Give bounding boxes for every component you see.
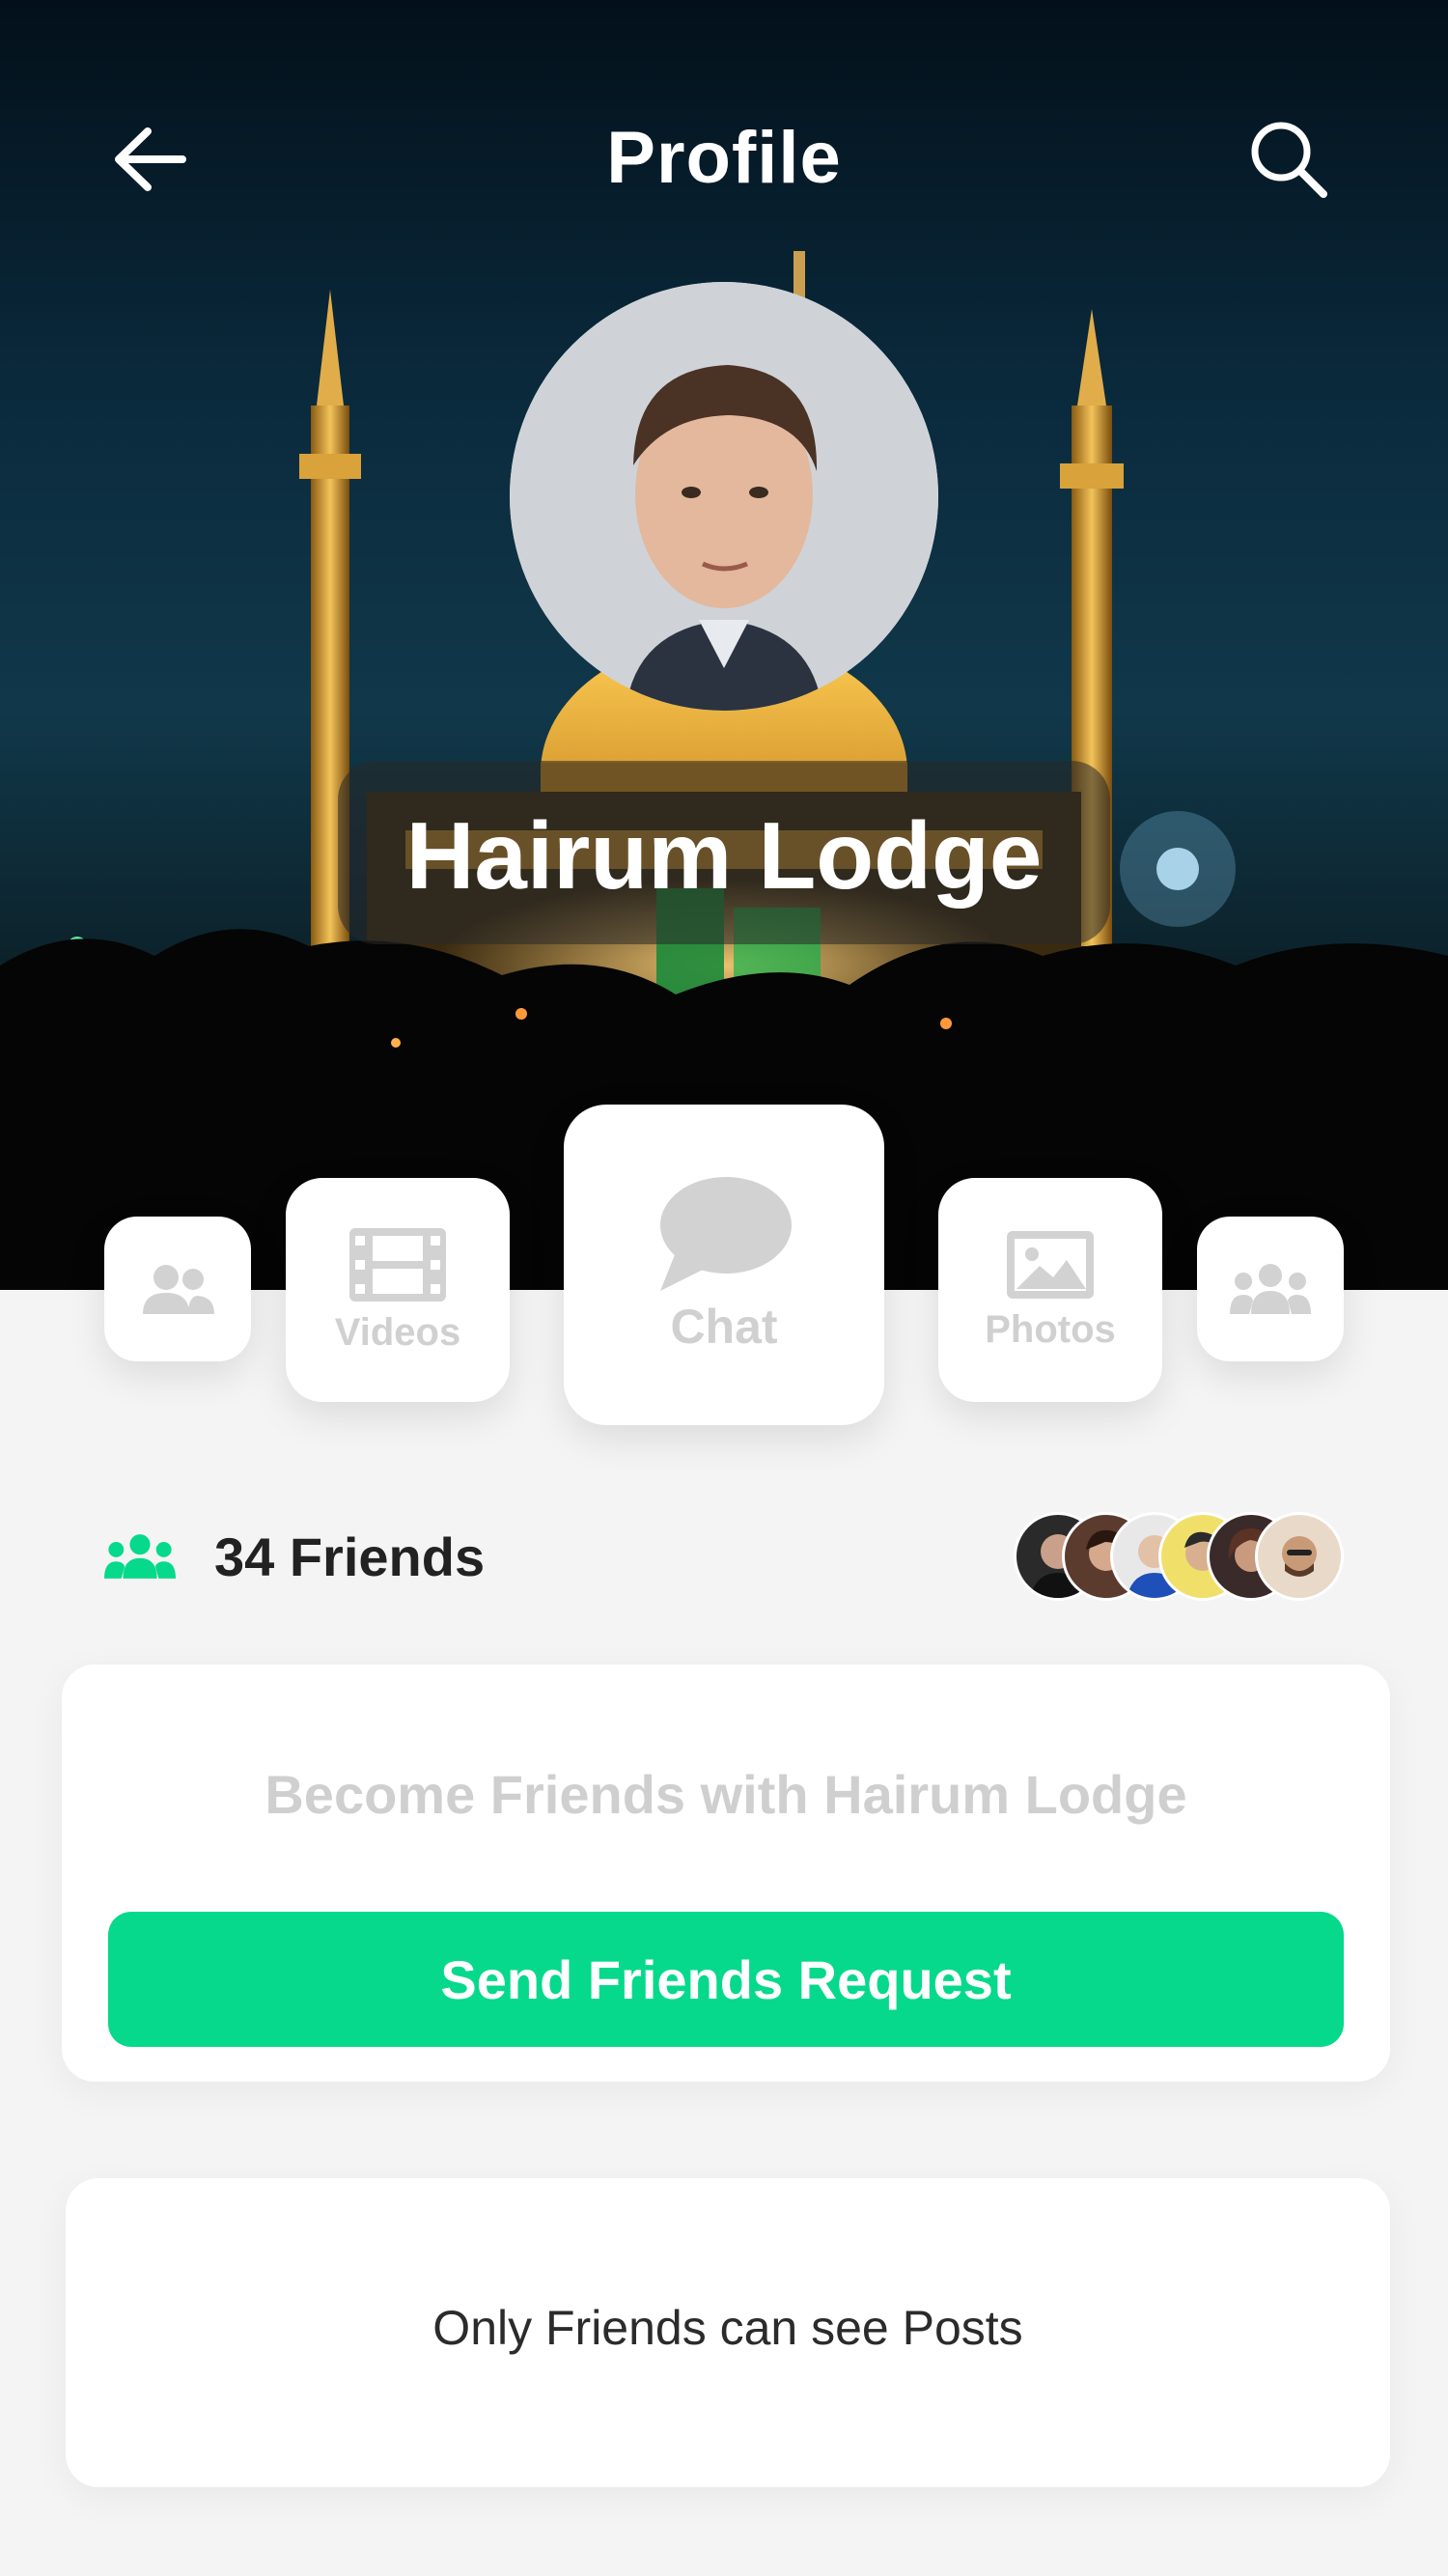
users-icon bbox=[143, 1265, 214, 1314]
page-title: Profile bbox=[606, 117, 842, 199]
friends-count: 34 Friends bbox=[214, 1526, 486, 1587]
profile-name: Hairum Lodge bbox=[405, 802, 1043, 909]
search-button[interactable] bbox=[1245, 116, 1332, 203]
friends-icon bbox=[104, 1534, 176, 1579]
back-button[interactable] bbox=[106, 116, 193, 203]
friend-avatar bbox=[1255, 1512, 1344, 1601]
cover-image: Profile Hairum Lodge bbox=[0, 0, 1448, 1290]
tab-photos-label: Photos bbox=[985, 1307, 1116, 1351]
tab-photos[interactable]: Photos bbox=[938, 1178, 1162, 1402]
tab-videos[interactable]: Videos bbox=[286, 1178, 510, 1402]
image-icon bbox=[1007, 1230, 1094, 1299]
arrow-left-icon bbox=[115, 127, 186, 191]
group-icon bbox=[1230, 1264, 1311, 1314]
chat-bubble-icon bbox=[660, 1177, 792, 1291]
tab-friends[interactable] bbox=[104, 1217, 251, 1361]
tab-chat-label: Chat bbox=[670, 1300, 778, 1354]
tab-videos-label: Videos bbox=[334, 1310, 461, 1354]
friend-request-card: Become Friends with Hairum Lodge Send Fr… bbox=[62, 1665, 1390, 2082]
tab-groups[interactable] bbox=[1197, 1217, 1344, 1361]
person-portrait bbox=[510, 282, 938, 711]
friends-summary[interactable]: 34 Friends bbox=[104, 1526, 485, 1587]
profile-avatar[interactable] bbox=[510, 282, 938, 711]
posts-privacy-card: Only Friends can see Posts bbox=[66, 2178, 1390, 2487]
tab-chat[interactable]: Chat bbox=[564, 1105, 884, 1425]
film-icon bbox=[349, 1227, 446, 1302]
friend-avatars[interactable] bbox=[1014, 1512, 1344, 1601]
send-friend-request-button[interactable]: Send Friends Request bbox=[108, 1912, 1344, 2047]
friend-request-prompt: Become Friends with Hairum Lodge bbox=[265, 1764, 1187, 1825]
posts-privacy-message: Only Friends can see Posts bbox=[432, 2301, 1023, 2355]
search-icon bbox=[1251, 122, 1327, 198]
